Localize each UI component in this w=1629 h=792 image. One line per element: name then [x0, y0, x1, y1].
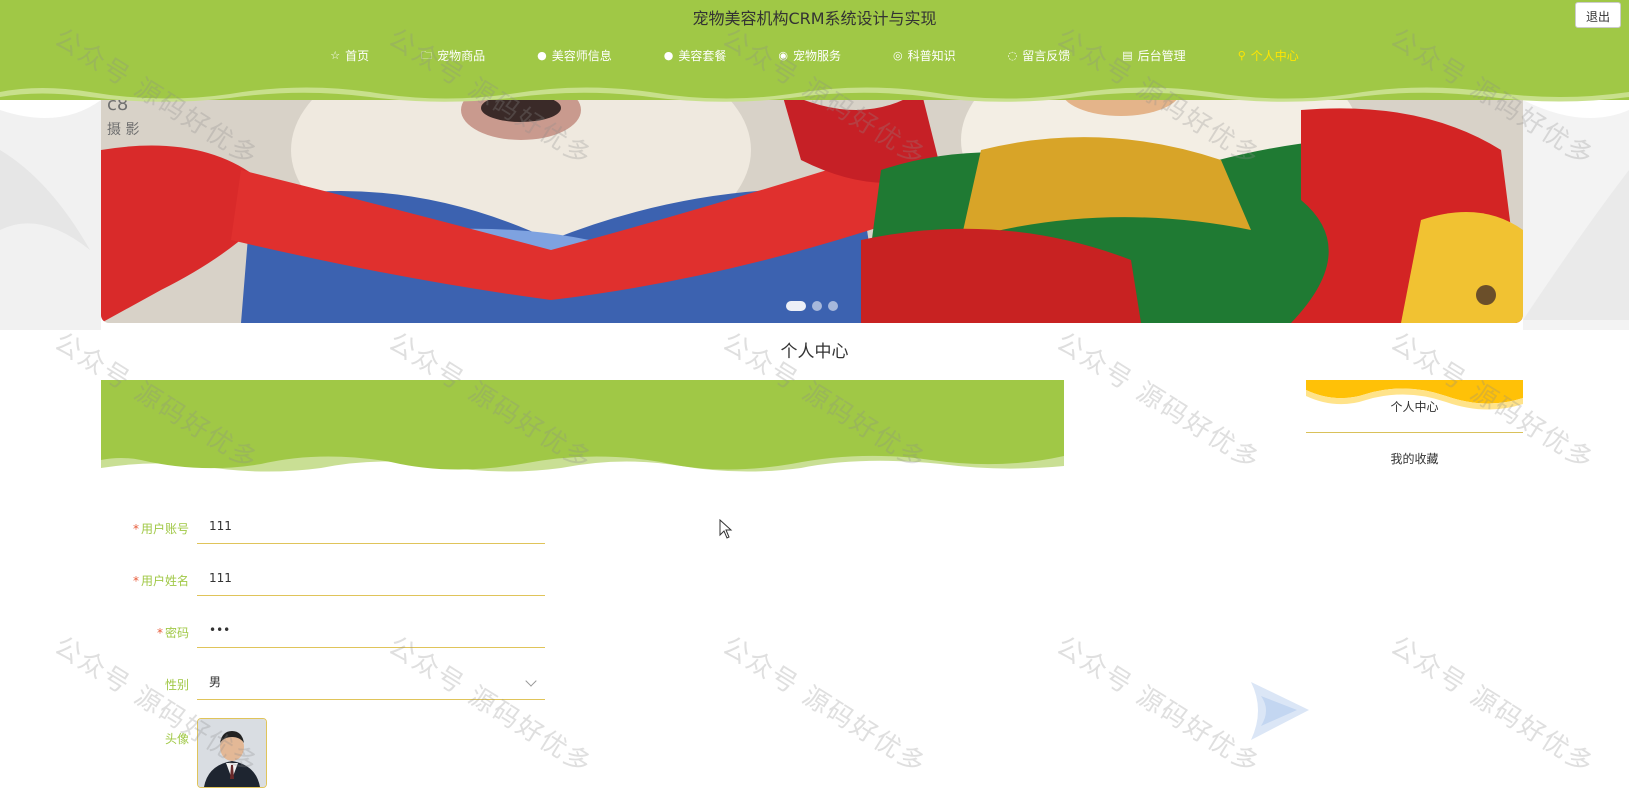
form-row-gender: 性别 男	[101, 664, 551, 704]
gender-label: 性别	[164, 678, 189, 692]
avatar-label: 头像	[164, 732, 189, 746]
bag-icon: 🗀	[421, 48, 433, 62]
nav-item-home[interactable]: ☆ 首页	[330, 45, 369, 65]
background-swirl-left	[0, 100, 101, 330]
form-row-password: * 密码	[101, 612, 551, 652]
password-field[interactable]	[197, 612, 545, 648]
password-label-text: 密码	[164, 626, 189, 640]
sidebar-item-personal-center[interactable]: 个人中心	[1306, 380, 1523, 433]
chevron-down-icon	[525, 675, 537, 687]
info-icon: ●	[537, 48, 547, 62]
form-row-avatar: 头像	[101, 718, 551, 788]
nav-label: 美容师信息	[551, 48, 612, 63]
globe-icon: ◎	[893, 48, 903, 62]
profile-header-card	[101, 380, 1064, 472]
form-row-name: * 用户姓名	[101, 560, 551, 600]
nav-label: 宠物服务	[793, 48, 842, 63]
nav-item-admin[interactable]: ▤ 后台管理	[1122, 45, 1185, 65]
required-marker: *	[132, 522, 139, 536]
site-title: 宠物美容机构CRM系统设计与实现	[692, 9, 937, 28]
star-icon: ☆	[330, 48, 341, 62]
header-wave	[0, 84, 1629, 102]
watermark: 公众号 源码好优多	[1384, 631, 1600, 781]
name-label: * 用户姓名	[101, 572, 189, 589]
carousel-dot[interactable]	[812, 301, 822, 311]
doc-icon: ▤	[1122, 48, 1133, 62]
main-nav: ☆ 首页 🗀 宠物商品 ● 美容师信息 ● 美容套餐 ◉ 宠物服务 ◎ 科普知识…	[0, 45, 1629, 65]
nav-item-pet-products[interactable]: 🗀 宠物商品	[421, 45, 485, 65]
nav-item-knowledge[interactable]: ◎ 科普知识	[893, 45, 956, 65]
account-label-text: 用户账号	[140, 522, 189, 536]
banner-image: c8 摄 影	[101, 90, 1523, 323]
gender-value: 男	[209, 675, 222, 689]
chat-icon: ◌	[1007, 48, 1018, 62]
avatar-image	[198, 719, 266, 787]
name-field[interactable]	[197, 560, 545, 596]
nav-label: 后台管理	[1137, 48, 1186, 63]
nav-item-groomer-info[interactable]: ● 美容师信息	[537, 45, 612, 65]
nav-item-feedback[interactable]: ◌ 留言反馈	[1008, 45, 1071, 65]
nav-item-beauty-packages[interactable]: ● 美容套餐	[664, 45, 727, 65]
sidebar-label: 个人中心	[1390, 400, 1439, 414]
personal-sidebar: 个人中心 我的收藏	[1306, 380, 1523, 485]
mouse-cursor-icon	[719, 519, 733, 539]
nav-item-personal-center[interactable]: ⚲ 个人中心	[1238, 45, 1299, 65]
nav-label: 科普知识	[907, 48, 956, 63]
nav-label: 留言反馈	[1022, 48, 1071, 63]
account-label: * 用户账号	[101, 520, 189, 537]
watermark: 公众号 源码好优多	[716, 631, 932, 781]
account-field[interactable]	[197, 508, 545, 544]
gender-select[interactable]: 男	[197, 664, 545, 700]
decorative-play-logo	[1251, 682, 1309, 740]
watermark: 公众号 源码好优多	[1050, 631, 1266, 781]
logout-button[interactable]: 退出	[1575, 2, 1621, 28]
required-marker: *	[132, 574, 139, 588]
nav-label: 个人中心	[1250, 48, 1299, 63]
carousel-dot[interactable]	[828, 301, 838, 311]
page-title: 个人中心	[780, 342, 849, 362]
nav-item-pet-services[interactable]: ◉ 宠物服务	[778, 45, 841, 65]
carousel-dot[interactable]	[786, 301, 806, 311]
compass-icon: ◉	[778, 48, 788, 62]
password-label: * 密码	[101, 624, 189, 641]
nav-label: 美容套餐	[678, 48, 727, 63]
name-label-text: 用户姓名	[140, 574, 189, 588]
required-marker: *	[156, 626, 163, 640]
carousel-dots	[101, 301, 1523, 311]
banner-carousel[interactable]: c8 摄 影	[101, 90, 1523, 323]
svg-text:摄 影: 摄 影	[107, 122, 139, 138]
user-icon: ⚲	[1237, 48, 1246, 62]
sidebar-item-favorites[interactable]: 我的收藏	[1306, 433, 1523, 485]
form-row-account: * 用户账号	[101, 508, 551, 548]
nav-label: 首页	[345, 48, 370, 63]
background-swirl-right	[1523, 100, 1629, 330]
avatar-upload[interactable]	[197, 718, 267, 788]
question-icon: ●	[663, 48, 674, 62]
nav-label: 宠物商品	[437, 48, 486, 63]
